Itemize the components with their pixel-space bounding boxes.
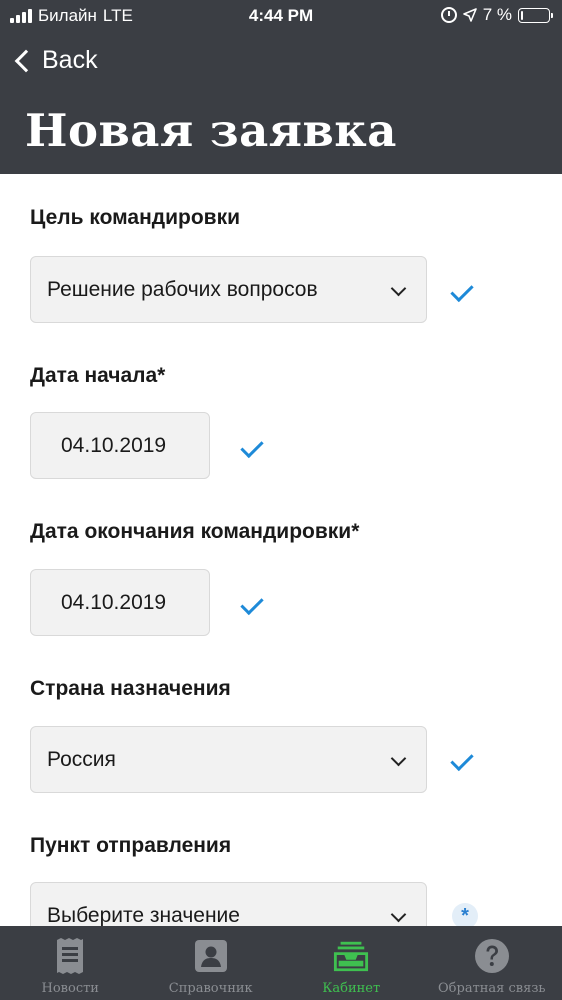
departure-label: Пункт отправления [30, 834, 232, 857]
departure-select[interactable]: Выберите значение [30, 882, 427, 926]
chevron-down-icon [390, 906, 407, 923]
purpose-select[interactable]: Решение рабочих вопросов [30, 256, 427, 323]
alarm-icon [440, 7, 457, 23]
page-title: Новая заявка [25, 104, 397, 157]
battery-percent: 7 % [482, 5, 512, 24]
chevron-left-icon [14, 49, 38, 72]
check-icon [242, 438, 270, 458]
signal-icon [10, 9, 32, 23]
check-icon [242, 595, 270, 615]
country-select[interactable]: Россия [30, 726, 427, 793]
chevron-down-icon [390, 280, 407, 297]
status-bar: Билайн LTE 4:44 PM 7 % [0, 0, 562, 34]
request-form: Цель командировки Решение рабочих вопрос… [0, 174, 562, 926]
country-value: Россия [47, 747, 116, 771]
end-date-value: 04.10.2019 [61, 590, 167, 614]
chevron-down-icon [390, 750, 407, 767]
battery-icon [518, 7, 553, 23]
header: Билайн LTE 4:44 PM 7 % Back Новая заявка [0, 0, 562, 174]
check-icon [452, 282, 480, 302]
tab-directory[interactable]: Справочник [141, 926, 282, 1000]
location-arrow-icon [462, 8, 477, 22]
tab-feedback[interactable]: Обратная связь [422, 926, 562, 1000]
required-badge: * [452, 903, 478, 926]
country-label: Страна назначения [30, 677, 231, 700]
newspaper-icon [52, 938, 88, 974]
tab-news[interactable]: Новости [0, 926, 141, 1000]
tab-cabinet-label: Кабинет [322, 981, 381, 996]
status-right: 7 % [440, 5, 553, 25]
back-button[interactable]: Back [12, 46, 98, 75]
carrier-name: Билайн [38, 6, 97, 25]
contact-book-icon [193, 938, 229, 974]
network-type: LTE [102, 6, 133, 25]
start-date-field[interactable]: 04.10.2019 [30, 412, 210, 479]
tab-directory-label: Справочник [168, 981, 253, 996]
end-date-field[interactable]: 04.10.2019 [30, 569, 210, 636]
tab-cabinet[interactable]: Кабинет [281, 926, 422, 1000]
tab-feedback-label: Обратная связь [438, 981, 546, 996]
departure-placeholder: Выберите значение [47, 903, 240, 927]
status-left: Билайн LTE [10, 6, 133, 26]
purpose-value: Решение рабочих вопросов [47, 277, 318, 301]
end-date-label: Дата окончания командировки* [30, 520, 360, 543]
tab-bar: Новости Справочник Кабинет Обратная связ… [0, 926, 562, 1000]
purpose-label: Цель командировки [30, 206, 240, 229]
tab-news-label: Новости [41, 981, 99, 996]
start-date-label: Дата начала* [30, 364, 166, 387]
start-date-value: 04.10.2019 [61, 433, 167, 457]
question-icon [474, 938, 510, 974]
check-icon [452, 751, 480, 771]
inbox-tray-icon [333, 938, 369, 974]
back-label: Back [42, 46, 98, 74]
